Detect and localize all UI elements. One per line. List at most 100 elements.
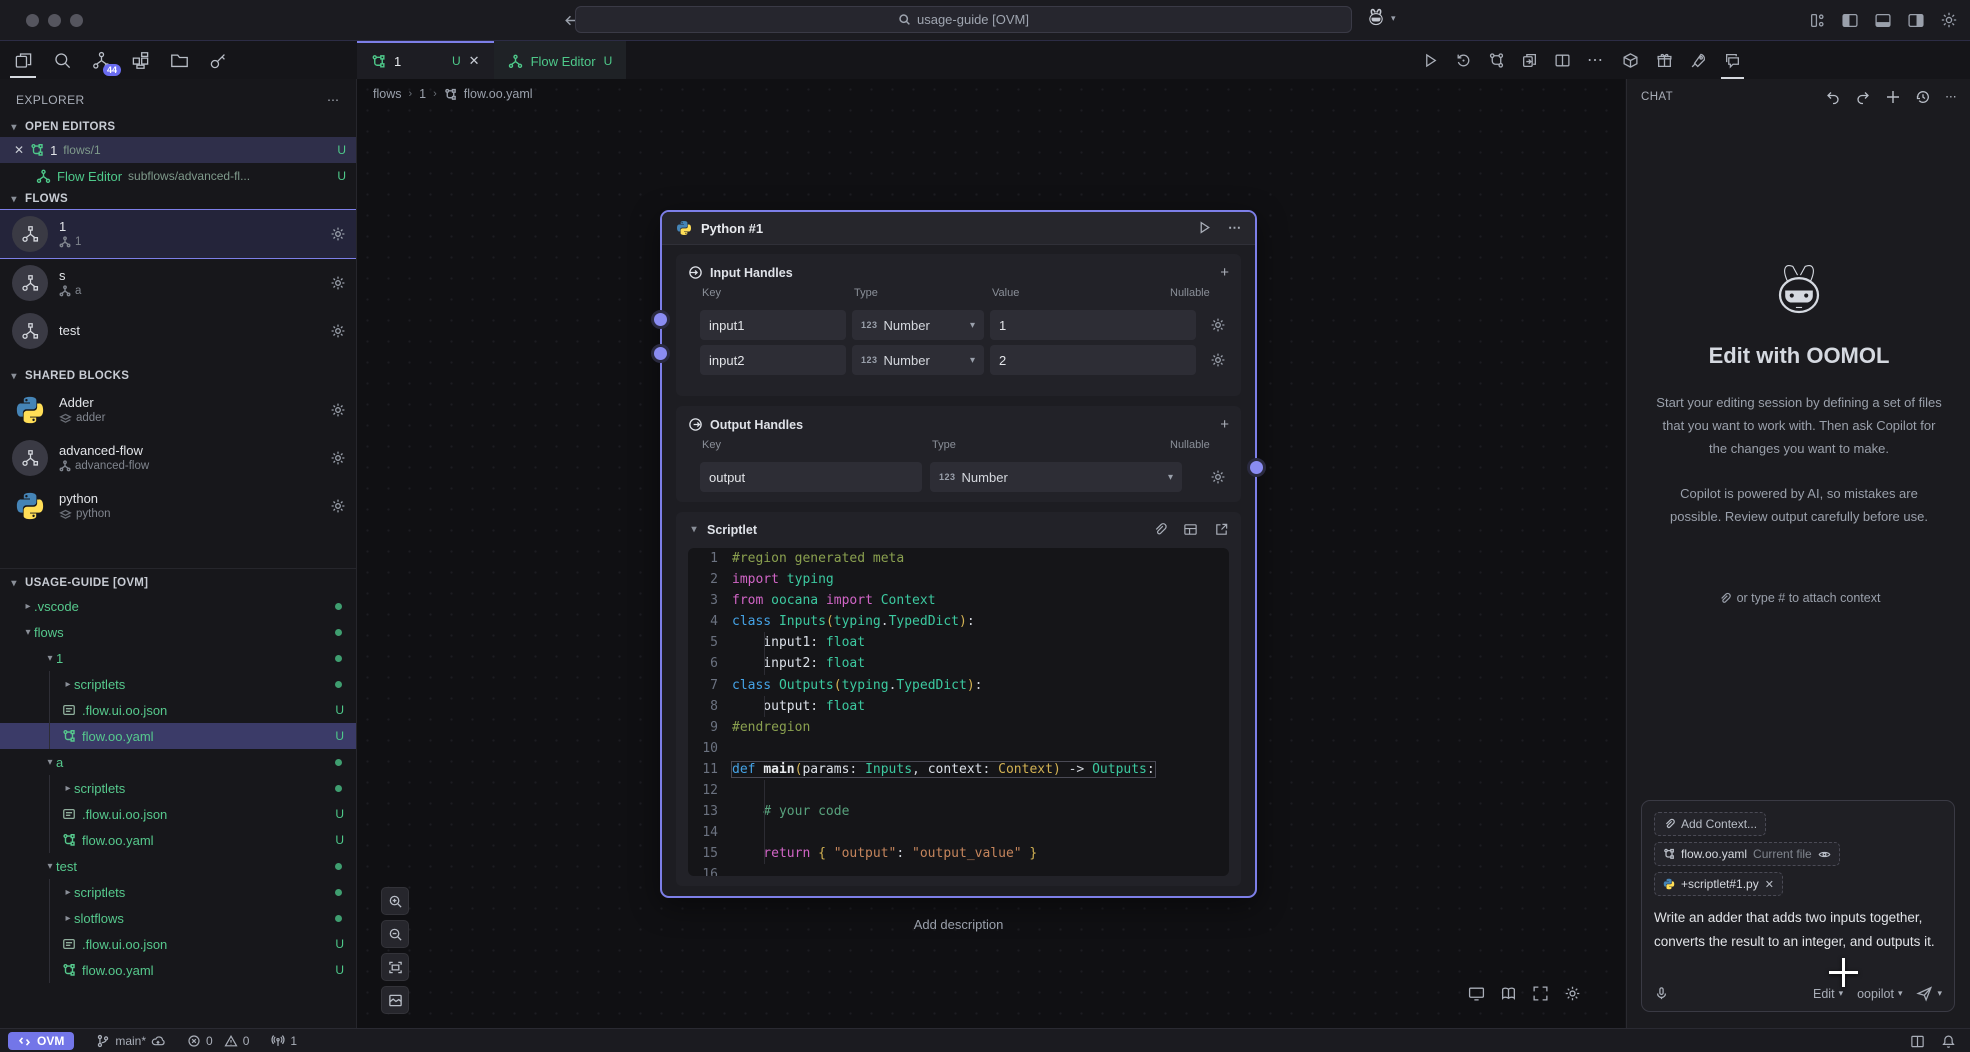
mic-icon[interactable] (1654, 986, 1669, 1001)
rewards-gift-icon[interactable] (1656, 47, 1673, 73)
minimap-icon[interactable] (381, 986, 409, 1014)
window-minimize-button[interactable] (48, 14, 61, 27)
tree-item-test[interactable]: ▾test (0, 853, 356, 879)
docs-icon[interactable] (1500, 985, 1517, 1002)
flow-canvas[interactable]: flows › 1 › flow.oo.yaml Python #1 ⋯ I (357, 79, 1625, 1028)
command-search-box[interactable]: usage-guide [OVM] (575, 6, 1352, 33)
packages-cube-icon[interactable] (1622, 47, 1639, 73)
toggle-panel-icon[interactable] (1874, 12, 1892, 29)
settings-gear-icon[interactable] (1940, 11, 1958, 29)
code-line[interactable]: 16 (688, 864, 1229, 876)
current-file-chip[interactable]: flow.oo.yaml Current file (1654, 842, 1840, 866)
toggle-secondary-sidebar-icon[interactable] (1907, 12, 1925, 29)
explorer-view-icon[interactable] (12, 47, 34, 73)
chevron-down-icon[interactable]: ▾ (688, 524, 700, 535)
mode-select[interactable]: Edit▾ (1813, 987, 1843, 1001)
git-branch-status[interactable]: main* (96, 1034, 165, 1048)
tree-item-flow-oo-yaml[interactable]: flow.oo.yamlU (0, 827, 356, 853)
chip-remove-icon[interactable]: ✕ (1765, 878, 1774, 891)
split-editor-icon[interactable] (1554, 52, 1571, 69)
history-icon[interactable] (1915, 89, 1931, 105)
oomol-account-menu[interactable]: ▾ (1364, 7, 1396, 29)
tree-item--flow-ui-oo-json[interactable]: .flow.ui.oo.jsonU (0, 801, 356, 827)
input1-connector[interactable] (651, 310, 670, 329)
tree-item--flow-ui-oo-json[interactable]: .flow.ui.oo.jsonU (0, 697, 356, 723)
tree-item--vscode[interactable]: ▸.vscode (0, 593, 356, 619)
flows-view-icon[interactable]: 44 (90, 47, 112, 73)
item-settings-gear-icon[interactable] (330, 498, 346, 514)
workspace-section-header[interactable]: ▾ USAGE-GUIDE [OVM] (0, 568, 356, 593)
open-editor-item[interactable]: Flow Editorsubflows/advanced-fl...U (0, 163, 356, 189)
code-line[interactable]: 5 input1: float (688, 632, 1229, 653)
editor-layout-icon[interactable] (1910, 1034, 1925, 1049)
chat-message-input[interactable]: Write an adder that adds two inputs toge… (1654, 906, 1942, 954)
tab-close-icon[interactable]: ✕ (469, 53, 480, 69)
handle-value-field[interactable]: 1 (990, 310, 1196, 340)
canvas-settings-icon[interactable] (1564, 985, 1581, 1002)
item-settings-gear-icon[interactable] (330, 226, 346, 242)
breadcrumb-item[interactable]: flow.oo.yaml (464, 87, 533, 101)
tree-item-slotflows[interactable]: ▸slotflows (0, 905, 356, 931)
search-view-icon[interactable] (51, 47, 73, 73)
code-line[interactable]: 3from oocana import Context (688, 590, 1229, 611)
handle-key-field[interactable]: output (700, 462, 922, 492)
handle-settings-gear-icon[interactable] (1210, 317, 1226, 333)
code-line[interactable]: 15 return { "output": "output_value" } (688, 843, 1229, 864)
handle-key-field[interactable]: input1 (700, 310, 846, 340)
scriptlet-code-editor[interactable]: 1#region generated meta2import typing3fr… (688, 548, 1229, 876)
item-settings-gear-icon[interactable] (330, 275, 346, 291)
toggle-primary-sidebar-icon[interactable] (1841, 12, 1859, 29)
code-line[interactable]: 9#endregion (688, 717, 1229, 738)
code-line[interactable]: 2import typing (688, 569, 1229, 590)
blocks-view-icon[interactable] (129, 47, 151, 73)
breadcrumb-item[interactable]: flows (373, 87, 401, 101)
window-zoom-button[interactable] (70, 14, 83, 27)
handle-type-select[interactable]: 123Number▾ (852, 345, 984, 375)
customize-layout-icon[interactable] (1809, 12, 1826, 29)
code-line[interactable]: 8 output: float (688, 696, 1229, 717)
add-output-icon[interactable]: + (1220, 416, 1229, 433)
tree-item-flows[interactable]: ▾flows (0, 619, 356, 645)
node-header[interactable]: Python #1 ⋯ (662, 212, 1255, 245)
export-copy-icon[interactable] (1521, 52, 1538, 69)
flow-list-item[interactable]: test (0, 307, 356, 355)
model-select[interactable]: oopilot▾ (1857, 987, 1902, 1001)
undo-icon[interactable] (1825, 89, 1841, 105)
input2-connector[interactable] (651, 344, 670, 363)
item-settings-gear-icon[interactable] (330, 450, 346, 466)
zoom-in-icon[interactable] (381, 887, 409, 915)
ports-status[interactable]: 1 (271, 1034, 297, 1048)
add-description-button[interactable]: Add description (660, 917, 1257, 932)
open-external-icon[interactable] (1214, 522, 1229, 537)
python-node[interactable]: Python #1 ⋯ Input Handles + Key Type Val… (660, 210, 1257, 898)
fullscreen-icon[interactable] (1532, 985, 1549, 1002)
output-connector[interactable] (1247, 458, 1266, 477)
code-line[interactable]: 1#region generated meta (688, 548, 1229, 569)
handle-settings-gear-icon[interactable] (1210, 469, 1226, 485)
rerun-icon[interactable] (1455, 52, 1472, 69)
notifications-bell-icon[interactable] (1941, 1034, 1956, 1049)
zoom-out-icon[interactable] (381, 920, 409, 948)
folder-view-icon[interactable] (168, 47, 190, 73)
open-editor-item[interactable]: ✕1flows/1U (0, 137, 356, 163)
code-line[interactable]: 4class Inputs(typing.TypedDict): (688, 611, 1229, 632)
handle-value-field[interactable]: 2 (990, 345, 1196, 375)
flow-list-item[interactable]: sa (0, 259, 356, 307)
code-line[interactable]: 7class Outputs(typing.TypedDict): (688, 675, 1229, 696)
console-icon[interactable] (1468, 985, 1485, 1002)
code-line[interactable]: 14 (688, 822, 1229, 843)
node-run-icon[interactable] (1197, 220, 1212, 236)
handle-type-select[interactable]: 123Number▾ (852, 310, 984, 340)
code-line[interactable]: 11def main(params: Inputs, context: Cont… (688, 759, 1229, 780)
flows-section-header[interactable]: ▾ FLOWS (0, 189, 356, 209)
chat-more-icon[interactable]: ⋯ (1945, 89, 1957, 105)
new-chat-icon[interactable] (1885, 89, 1901, 105)
handle-type-select[interactable]: 123Number▾ (930, 462, 1182, 492)
redo-icon[interactable] (1855, 89, 1871, 105)
tree-item-flow-oo-yaml[interactable]: flow.oo.yamlU (0, 957, 356, 983)
tree-item-scriptlets[interactable]: ▸scriptlets (0, 879, 356, 905)
fit-view-icon[interactable] (381, 953, 409, 981)
send-button[interactable]: ▾ (1916, 985, 1942, 1002)
tree-item-scriptlets[interactable]: ▸scriptlets (0, 671, 356, 697)
handle-key-field[interactable]: input2 (700, 345, 846, 375)
